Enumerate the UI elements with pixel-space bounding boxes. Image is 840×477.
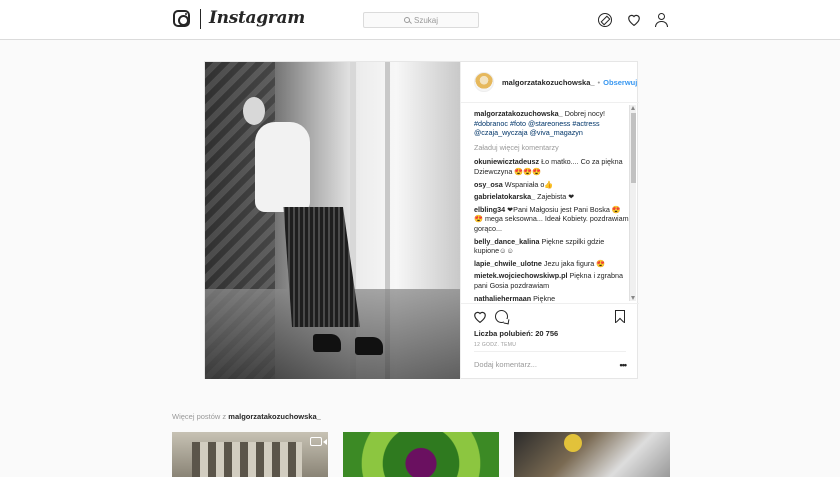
separator-dot: • [597, 77, 601, 87]
load-more-comments-link[interactable]: Załaduj więcej komentarzy [474, 143, 629, 153]
add-comment-field[interactable]: Dodaj komentarz... ••• [474, 351, 628, 377]
comment-username[interactable]: mietek.wojciechowskiwp.pl [474, 271, 567, 280]
explore-compass-icon[interactable] [598, 13, 612, 27]
caption-text: Dobrej nocy! [564, 109, 606, 118]
post-card: malgorzatakozuchowska_ • Obserwuj malgor… [204, 61, 639, 379]
likes-count[interactable]: Liczba polubień: 20 756 [474, 329, 558, 338]
comment-username[interactable]: osy_osa [474, 180, 503, 189]
caption-username[interactable]: malgorzatakozuchowska_ [474, 109, 563, 118]
comments-list: malgorzatakozuchowska_ Dobrej nocy! #dob… [461, 103, 639, 303]
comment-username[interactable]: elbling34 [474, 205, 505, 214]
comment-text: Piękne [533, 293, 556, 303]
more-options-icon[interactable]: ••• [620, 360, 628, 370]
photo-shoe-right [355, 337, 383, 355]
comment-username[interactable]: gabrielatokarska_ [474, 192, 535, 201]
logo-divider [200, 9, 201, 29]
caption-tags[interactable]: #dobranoc #foto @stareoness #actress @cz… [474, 119, 600, 138]
profile-icon-head [658, 13, 665, 20]
video-camera-icon [310, 437, 327, 446]
activity-heart-icon[interactable] [627, 13, 641, 27]
post-side-panel: malgorzatakozuchowska_ • Obserwuj malgor… [460, 62, 639, 379]
search-icon [403, 17, 410, 23]
photo-figure-top [255, 122, 310, 212]
more-post-thumbnail[interactable] [514, 432, 670, 477]
post-photo[interactable] [205, 62, 460, 379]
comment-username[interactable]: okuniewicztadeusz [474, 157, 539, 166]
comment-username[interactable]: nathaliehermaan [474, 294, 531, 303]
follow-button[interactable]: Obserwuj [603, 78, 637, 87]
thumbnail-architecture [192, 442, 302, 477]
thumbnail-flower [564, 434, 582, 452]
profile-icon[interactable] [655, 13, 669, 27]
photo-shoe-left [313, 334, 341, 352]
comment-item: gabrielatokarska_ Zajebista ❤ [474, 192, 629, 202]
photo-figure-head [243, 97, 265, 125]
search-input[interactable]: Szukaj [363, 12, 479, 28]
bookmark-save-icon[interactable] [615, 310, 625, 323]
comment-bubble-icon[interactable] [495, 310, 508, 323]
comment-username[interactable]: lapie_chwile_ulotne [474, 259, 542, 268]
search-placeholder: Szukaj [413, 15, 438, 25]
more-posts-heading: Więcej postów z malgorzatakozuchowska_ [172, 412, 321, 421]
more-post-thumbnail[interactable] [172, 432, 328, 477]
comment-text: Jezu jaka figura 😍 [543, 258, 606, 268]
comment-item: mietek.wojciechowskiwp.pl Piękna i zgrab… [474, 271, 629, 290]
comment-item: osy_osa Wspaniała o👍 [474, 180, 629, 190]
comments-scrollbar[interactable] [629, 105, 636, 301]
comment-item: lapie_chwile_ulotne Jezu jaka figura 😍 [474, 259, 629, 269]
more-post-thumbnail[interactable] [343, 432, 499, 477]
comment-item: belly_dance_kalina Piękne szpilki gdzie … [474, 237, 629, 256]
comment-text: Zajebista ❤ [537, 192, 575, 202]
profile-icon-shoulders [655, 21, 668, 27]
comment-item: okuniewicztadeusz Ło matko.... Co za pię… [474, 157, 629, 176]
scrollbar-thumb[interactable] [631, 113, 636, 183]
comment-placeholder: Dodaj komentarz... [474, 360, 537, 369]
instagram-camera-icon[interactable] [173, 10, 190, 27]
like-heart-icon[interactable] [473, 310, 487, 324]
scroll-up-arrow-icon[interactable] [631, 106, 635, 110]
post-header: malgorzatakozuchowska_ • Obserwuj [461, 62, 639, 103]
more-posts-prefix: Więcej postów z [172, 412, 227, 421]
comment-item: nathaliehermaan Piękne [474, 294, 629, 304]
comment-text: Wspaniała o👍 [504, 179, 554, 189]
avatar[interactable] [474, 72, 494, 92]
comment-item: elbling34 ❤Pani Małgosiu jest Pani Boska… [474, 205, 629, 234]
post-timestamp[interactable]: 12 GODZ. TEMU [474, 342, 516, 348]
comment-username[interactable]: belly_dance_kalina [474, 237, 540, 246]
post-caption: malgorzatakozuchowska_ Dobrej nocy! #dob… [474, 109, 629, 138]
top-navigation-bar: Instagram Szukaj [0, 0, 840, 40]
scroll-down-arrow-icon[interactable] [631, 296, 635, 300]
more-posts-username[interactable]: malgorzatakozuchowska_ [228, 412, 321, 421]
post-username[interactable]: malgorzatakozuchowska_ [502, 78, 595, 87]
post-actions: Liczba polubień: 20 756 12 GODZ. TEMU Do… [461, 303, 639, 379]
instagram-wordmark[interactable]: Instagram [209, 8, 305, 28]
